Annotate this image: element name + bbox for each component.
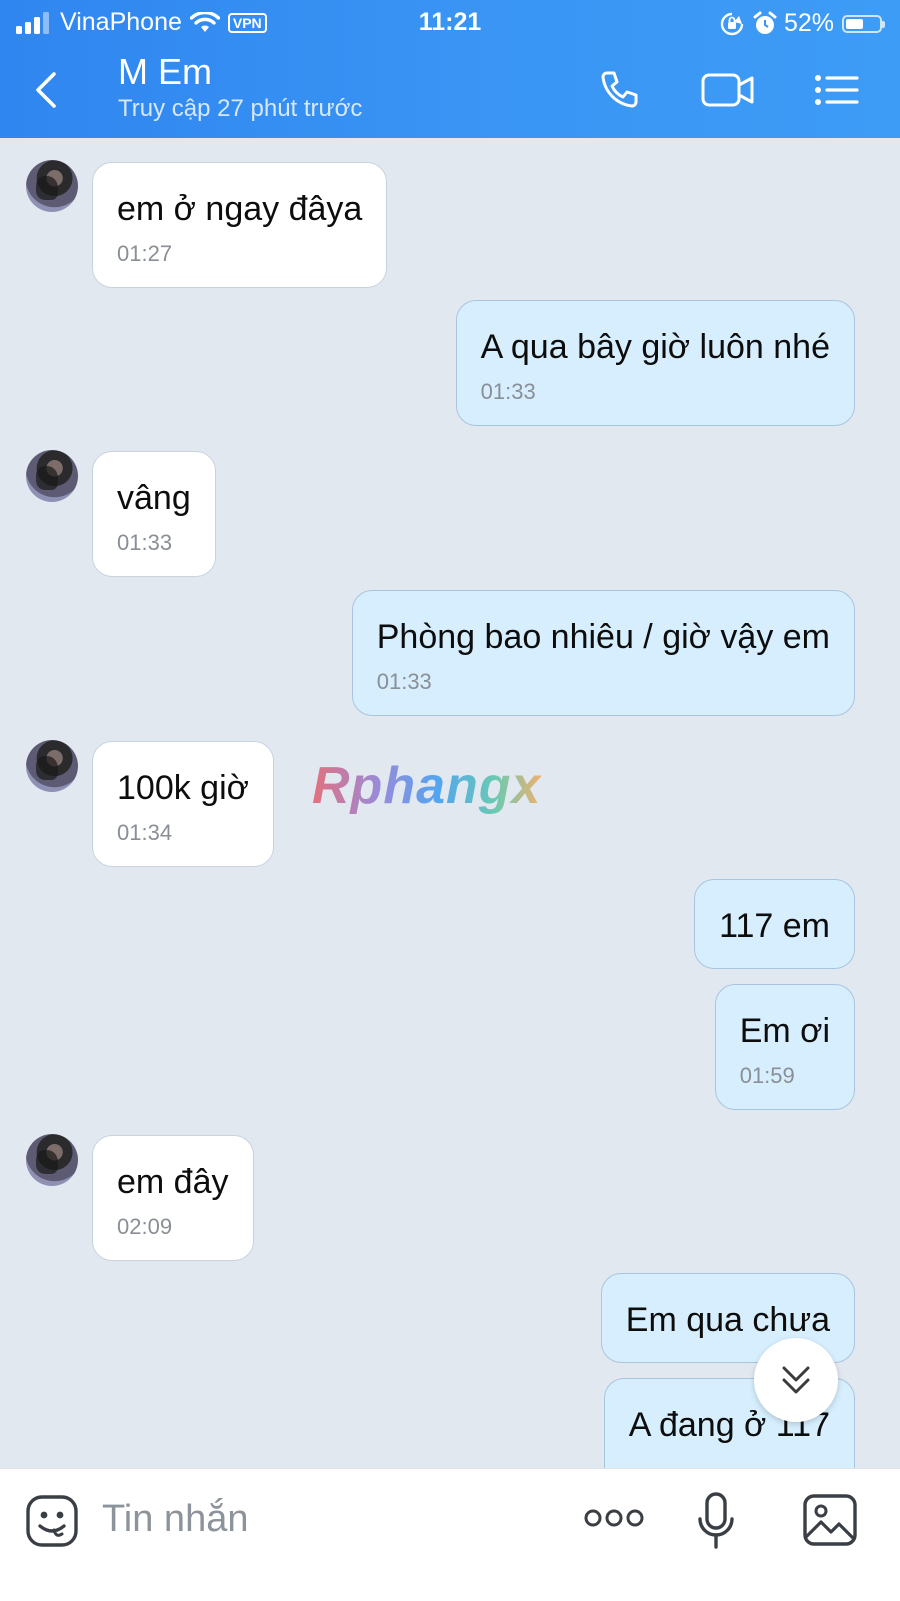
avatar[interactable] bbox=[26, 160, 78, 212]
message-list[interactable]: em ở ngay đâya 01:27 A qua bây giờ luôn … bbox=[0, 138, 900, 1496]
message-text: Phòng bao nhiêu / giờ vậy em bbox=[376, 618, 830, 656]
battery-percent: 52% bbox=[783, 9, 834, 37]
contact-info[interactable]: M Em Truy cập 27 phút trước bbox=[118, 50, 362, 124]
message-text: 100k giờ bbox=[117, 769, 249, 807]
message-time: 02:09 bbox=[117, 1214, 173, 1239]
message-text: A qua bây giờ luôn nhé bbox=[480, 328, 830, 366]
message-bubble-outgoing[interactable]: 117 em bbox=[694, 879, 855, 969]
message-time: 01:59 bbox=[739, 1063, 795, 1088]
message-bubble-outgoing[interactable]: A qua bây giờ luôn nhé 01:33 bbox=[455, 300, 855, 426]
scroll-to-bottom-button[interactable] bbox=[754, 1338, 838, 1422]
rotation-lock-icon bbox=[720, 12, 744, 35]
status-bar: VinaPhone VPN 11:21 52% bbox=[0, 0, 900, 46]
message-bubble-incoming[interactable]: em ở ngay đâya 01:27 bbox=[92, 162, 388, 288]
avatar[interactable] bbox=[26, 450, 78, 502]
alarm-icon bbox=[753, 11, 777, 34]
last-seen-status: Truy cập 27 phút trước bbox=[118, 95, 363, 122]
message-composer: Tin nhắn bbox=[0, 1468, 900, 1601]
message-time: 01:27 bbox=[117, 241, 173, 266]
message-text: vâng bbox=[117, 479, 191, 517]
message-bubble-outgoing[interactable]: Phòng bao nhiêu / giờ vậy em 01:33 bbox=[351, 590, 855, 716]
message-text: 117 em bbox=[719, 907, 830, 945]
back-icon[interactable] bbox=[28, 68, 68, 112]
image-icon[interactable] bbox=[802, 1493, 858, 1547]
video-call-icon[interactable] bbox=[700, 68, 756, 112]
double-chevron-down-icon bbox=[782, 1366, 810, 1394]
microphone-icon[interactable] bbox=[696, 1491, 736, 1551]
message-text: Em ơi bbox=[739, 1012, 830, 1050]
contact-name: M Em bbox=[118, 51, 212, 92]
message-bubble-incoming[interactable]: 100k giờ 01:34 bbox=[92, 741, 274, 867]
message-time: 01:33 bbox=[117, 530, 173, 555]
message-text: em đây bbox=[117, 1163, 229, 1201]
message-bubble-outgoing[interactable]: Em ơi 01:59 bbox=[714, 984, 855, 1110]
message-input[interactable]: Tin nhắn bbox=[102, 1495, 542, 1543]
battery-level bbox=[846, 18, 863, 29]
chat-header: VinaPhone VPN 11:21 52% M Em Truy cập 27… bbox=[0, 0, 900, 138]
message-text: Em qua chưa bbox=[625, 1301, 830, 1339]
avatar[interactable] bbox=[26, 1134, 78, 1186]
battery-icon bbox=[842, 14, 885, 33]
message-time: 01:34 bbox=[117, 820, 173, 845]
message-time: 01:33 bbox=[480, 379, 536, 404]
phone-icon[interactable] bbox=[598, 68, 646, 112]
avatar[interactable] bbox=[26, 740, 78, 792]
message-time: 01:33 bbox=[376, 669, 432, 694]
message-bubble-incoming[interactable]: vâng 01:33 bbox=[92, 451, 216, 577]
sticker-icon[interactable] bbox=[24, 1493, 80, 1549]
menu-list-icon[interactable] bbox=[812, 68, 860, 112]
watermark-logo: Rphangx bbox=[312, 757, 542, 815]
message-text: em ở ngay đâya bbox=[117, 190, 363, 228]
more-dots-icon[interactable] bbox=[584, 1505, 644, 1531]
message-bubble-incoming[interactable]: em đây 02:09 bbox=[92, 1135, 254, 1261]
nav-bar: M Em Truy cập 27 phút trước bbox=[0, 46, 900, 138]
